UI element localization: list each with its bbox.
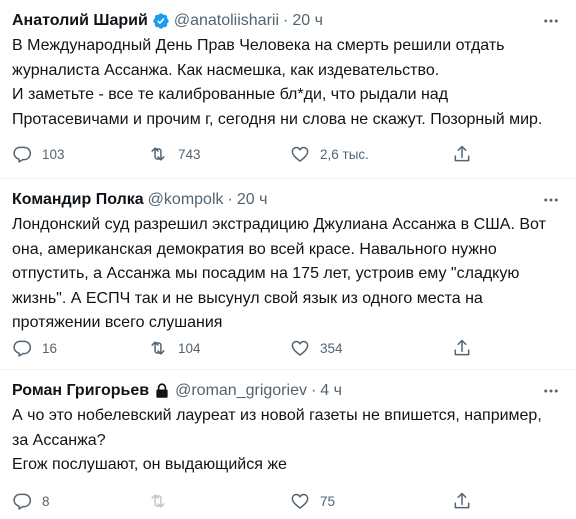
author-name[interactable]: Командир Полка	[12, 189, 144, 211]
tweet-text: В Международный День Прав Человека на см…	[12, 34, 564, 132]
share-icon	[454, 145, 470, 162]
tweet-actions: 8 75	[12, 489, 564, 513]
reply-button[interactable]: 103	[12, 142, 65, 166]
reply-count: 103	[42, 146, 65, 162]
author-name[interactable]: Анатолий Шарий	[12, 10, 148, 32]
retweet-icon	[151, 494, 165, 508]
share-icon	[454, 492, 470, 509]
tweet-text: А чо это нобелевский лауреат из новой га…	[12, 404, 564, 478]
tweet-text-line: Протасевичами и прочим г, сегодня ни сло…	[12, 110, 543, 128]
tweet[interactable]: Анатолий Шарий @anatoliisharii · 20 ч В …	[0, 0, 576, 179]
tweet-text-line: протяжении всего слушания	[12, 314, 223, 331]
heart-icon	[291, 146, 309, 162]
separator-dot: ·	[227, 191, 233, 208]
tweet-actions: 16 104 354	[12, 336, 564, 360]
protected-lock-icon	[153, 382, 171, 400]
tweet-time[interactable]: 4 ч	[320, 380, 342, 402]
author-handle[interactable]: @anatoliisharii	[174, 10, 279, 32]
tweet[interactable]: Роман Григорьев @roman_grigoriev · 4 ч А…	[0, 370, 576, 519]
tweet-actions: 103 743 2,6 тыс.	[12, 142, 564, 166]
retweet-button[interactable]	[148, 489, 168, 513]
separator-dot: ·	[283, 12, 289, 29]
author-handle[interactable]: @kompolk	[148, 189, 224, 211]
tweet-header: Анатолий Шарий @anatoliisharii · 20 ч	[12, 10, 564, 32]
like-button[interactable]: 354	[290, 336, 343, 360]
tweet-text-line: жизнь". А ЕСПЧ так и не высунул свой язы…	[12, 289, 483, 307]
tweet-text-line: В Международный День Прав Человека на см…	[12, 37, 505, 54]
tweet-text-line: Егож послушают, он выдающийся же	[12, 456, 287, 473]
tweet-header: Роман Григорьев @roman_grigoriev · 4 ч	[12, 380, 564, 402]
retweet-count: 104	[178, 340, 201, 356]
tweet-text-line: журналиста Ассанжа. Как насмешка, как из…	[12, 61, 440, 79]
tweet-text: Лондонский суд разрешил экстрадицию Джул…	[12, 213, 564, 336]
like-button[interactable]: 75	[290, 489, 335, 513]
share-button[interactable]	[452, 142, 472, 166]
retweet-button[interactable]: 104	[148, 336, 201, 360]
share-icon	[454, 339, 470, 356]
heart-icon	[291, 493, 309, 509]
share-button[interactable]	[452, 489, 472, 513]
retweet-count: 743	[178, 146, 201, 162]
tweet[interactable]: Командир Полка @kompolk · 20 ч Лондонски…	[0, 179, 576, 370]
tweet-time[interactable]: 20 ч	[237, 189, 268, 211]
more-options-icon[interactable]	[540, 380, 562, 402]
retweet-icon	[151, 147, 165, 161]
retweet-button[interactable]: 743	[148, 142, 201, 166]
reply-icon	[13, 493, 32, 510]
tweet-header: Командир Полка @kompolk · 20 ч	[12, 189, 564, 211]
reply-button[interactable]: 16	[12, 336, 57, 360]
like-button[interactable]: 2,6 тыс.	[290, 142, 369, 166]
like-count: 75	[320, 493, 336, 509]
tweet-text-line: А чо это нобелевский лауреат из новой га…	[12, 407, 542, 424]
heart-icon	[291, 340, 309, 356]
reply-icon	[13, 340, 32, 357]
more-options-icon[interactable]	[540, 10, 562, 32]
tweet-time[interactable]: 20 ч	[292, 10, 323, 32]
verified-badge-icon	[152, 12, 170, 30]
reply-count: 8	[42, 493, 50, 509]
author-handle[interactable]: @roman_grigoriev	[175, 380, 307, 402]
tweet-text-line: отпустить, а Ассанжа мы посадим на 175 л…	[12, 265, 520, 282]
reply-icon	[13, 146, 32, 163]
reply-count: 16	[42, 340, 58, 356]
retweet-icon	[151, 341, 165, 355]
author-name[interactable]: Роман Григорьев	[12, 380, 149, 402]
like-count: 354	[320, 340, 343, 356]
more-options-icon[interactable]	[540, 189, 562, 211]
like-count: 2,6 тыс.	[320, 146, 369, 162]
separator-dot: ·	[310, 382, 317, 399]
tweet-text-line: за Ассанжа?	[12, 431, 106, 449]
tweet-text-line: Лондонский суд разрешил экстрадицию Джул…	[12, 216, 546, 233]
tweet-text-line: И заметьте - все те калиброванные бл*ди,…	[12, 86, 449, 103]
reply-button[interactable]: 8	[12, 489, 50, 513]
tweet-text-line: она, американская демократия во всей кра…	[12, 240, 497, 258]
share-button[interactable]	[452, 336, 472, 360]
